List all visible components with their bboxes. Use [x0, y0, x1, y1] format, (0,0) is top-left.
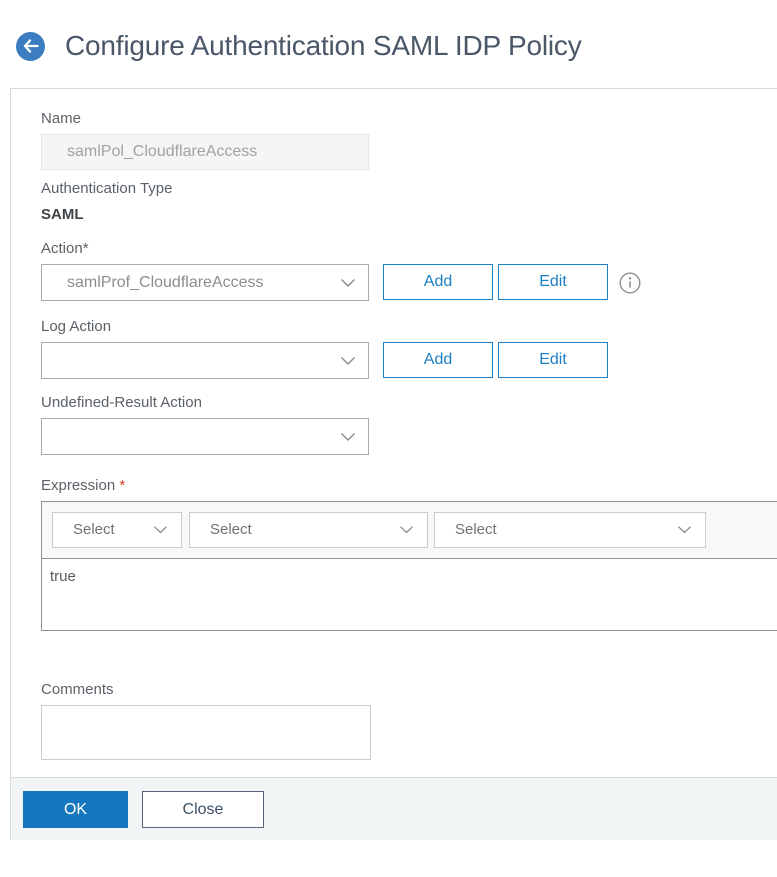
- expression-select-2-value: Select: [210, 521, 252, 538]
- name-label: Name: [41, 110, 82, 127]
- required-asterisk: *: [119, 477, 126, 494]
- undefined-result-action-label: Undefined-Result Action: [41, 394, 202, 411]
- expression-input[interactable]: true: [42, 559, 777, 630]
- name-input[interactable]: [41, 134, 369, 170]
- action-label: Action*: [41, 240, 89, 257]
- arrow-left-icon: [23, 39, 39, 53]
- footer-bar: OK Close: [11, 777, 777, 840]
- chevron-down-icon: [677, 526, 692, 535]
- close-button[interactable]: Close: [142, 791, 264, 828]
- log-action-add-button[interactable]: Add: [383, 342, 493, 378]
- expression-label: Expression *: [41, 477, 126, 494]
- action-row: samlProf_CloudflareAccess Add Edit: [41, 264, 777, 301]
- chevron-down-icon: [340, 356, 356, 366]
- log-action-row: Add Edit: [41, 342, 777, 379]
- comments-label: Comments: [41, 681, 114, 698]
- action-add-button[interactable]: Add: [383, 264, 493, 300]
- info-icon: [619, 271, 641, 297]
- expression-select-3[interactable]: Select: [434, 512, 706, 548]
- chevron-down-icon: [399, 526, 414, 535]
- comments-input[interactable]: [41, 705, 371, 760]
- log-action-label: Log Action: [41, 318, 112, 335]
- action-select[interactable]: samlProf_CloudflareAccess: [41, 264, 369, 301]
- chevron-down-icon: [340, 432, 356, 442]
- back-button[interactable]: [16, 31, 45, 61]
- action-select-value: samlProf_CloudflareAccess: [67, 274, 264, 291]
- form-panel: Name Authentication Type SAML Action* sa…: [10, 88, 777, 840]
- log-action-edit-button[interactable]: Edit: [498, 342, 608, 378]
- page-header: Configure Authentication SAML IDP Policy: [16, 30, 582, 62]
- expression-select-3-value: Select: [455, 521, 497, 538]
- ok-button[interactable]: OK: [23, 791, 128, 828]
- chevron-down-icon: [153, 526, 168, 535]
- log-action-select[interactable]: [41, 342, 369, 379]
- action-edit-button[interactable]: Edit: [498, 264, 608, 300]
- undefined-result-action-select[interactable]: [41, 418, 369, 455]
- chevron-down-icon: [340, 278, 356, 288]
- auth-type-label: Authentication Type: [41, 180, 173, 197]
- expression-editor: Select Select Select true: [41, 501, 777, 631]
- expression-toolbar: Select Select Select: [42, 502, 777, 559]
- page-title: Configure Authentication SAML IDP Policy: [65, 30, 582, 61]
- auth-type-value: SAML: [41, 206, 84, 223]
- form-content: Name Authentication Type SAML Action* sa…: [11, 89, 777, 760]
- expression-select-1[interactable]: Select: [52, 512, 182, 548]
- action-info-button[interactable]: [619, 271, 641, 297]
- expression-select-2[interactable]: Select: [189, 512, 428, 548]
